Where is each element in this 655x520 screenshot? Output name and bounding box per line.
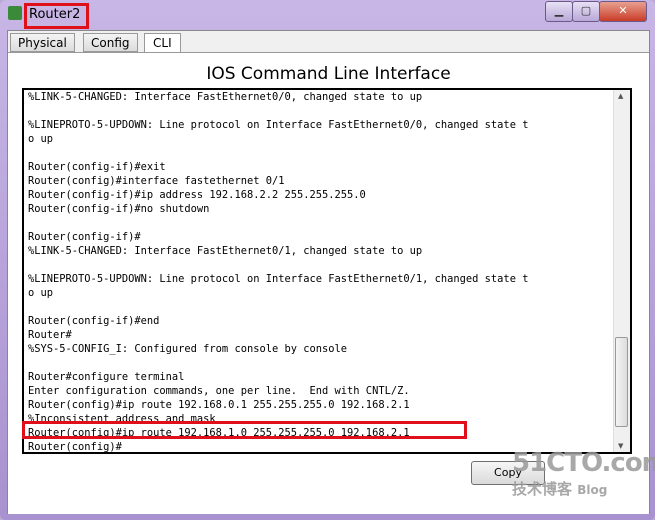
tab-cli[interactable]: CLI bbox=[144, 33, 181, 54]
terminal-line: Router# bbox=[28, 329, 72, 341]
vertical-scrollbar[interactable]: ▲ ▼ bbox=[613, 90, 630, 452]
terminal-line: %LINEPROTO-5-UPDOWN: Line protocol on In… bbox=[28, 273, 529, 285]
terminal-line: %LINK-5-CHANGED: Interface FastEthernet0… bbox=[28, 245, 423, 257]
terminal-line: %LINK-5-CHANGED: Interface FastEthernet0… bbox=[28, 91, 423, 103]
title-bar[interactable]: Router2 ▁ ▢ ✕ bbox=[0, 0, 655, 29]
terminal-line: Router(config-if)#exit bbox=[28, 161, 166, 173]
terminal-line: o up bbox=[28, 133, 54, 145]
scrollbar-thumb[interactable] bbox=[615, 337, 628, 427]
terminal-line: Router(config)# bbox=[28, 441, 122, 453]
terminal-line: %LINEPROTO-5-UPDOWN: Line protocol on In… bbox=[28, 119, 529, 131]
router2-window: Router2 ▁ ▢ ✕ Physical Config CLI IOS Co… bbox=[0, 0, 655, 520]
terminal-line: Router(config)#ip route 192.168.0.1 255.… bbox=[28, 399, 410, 411]
cli-panel: IOS Command Line Interface ▲ ▼ %LINK-5-C… bbox=[8, 52, 649, 514]
command-highlight-box bbox=[22, 421, 467, 439]
terminal-line: Router(config-if)#end bbox=[28, 315, 160, 327]
terminal-line: Router(config)#interface fastethernet 0/… bbox=[28, 175, 285, 187]
client-area: Physical Config CLI IOS Command Line Int… bbox=[7, 30, 650, 514]
scroll-up-icon[interactable]: ▲ bbox=[618, 92, 623, 100]
cli-terminal[interactable]: ▲ ▼ %LINK-5-CHANGED: Interface FastEther… bbox=[22, 88, 632, 454]
terminal-line: %SYS-5-CONFIG_I: Configured from console… bbox=[28, 343, 348, 355]
tab-physical[interactable]: Physical bbox=[10, 33, 75, 52]
tab-config[interactable]: Config bbox=[83, 33, 138, 52]
watermark-logo: 51CTO.com 技术博客 Blog bbox=[512, 448, 655, 498]
terminal-line: Router#configure terminal bbox=[28, 371, 185, 383]
terminal-line: Enter configuration commands, one per li… bbox=[28, 385, 410, 397]
page-title: IOS Command Line Interface bbox=[206, 64, 451, 84]
close-button[interactable]: ✕ bbox=[599, 1, 647, 22]
maximize-button[interactable]: ▢ bbox=[572, 1, 600, 22]
terminal-line: o up bbox=[28, 287, 54, 299]
minimize-button[interactable]: ▁ bbox=[545, 1, 573, 22]
terminal-line: Router(config-if)# bbox=[28, 231, 141, 243]
packet-tracer-icon bbox=[8, 6, 22, 20]
title-highlight-box bbox=[24, 3, 89, 29]
terminal-line: Router(config-if)#ip address 192.168.2.2… bbox=[28, 189, 366, 201]
terminal-line: Router(config-if)#no shutdown bbox=[28, 203, 210, 215]
